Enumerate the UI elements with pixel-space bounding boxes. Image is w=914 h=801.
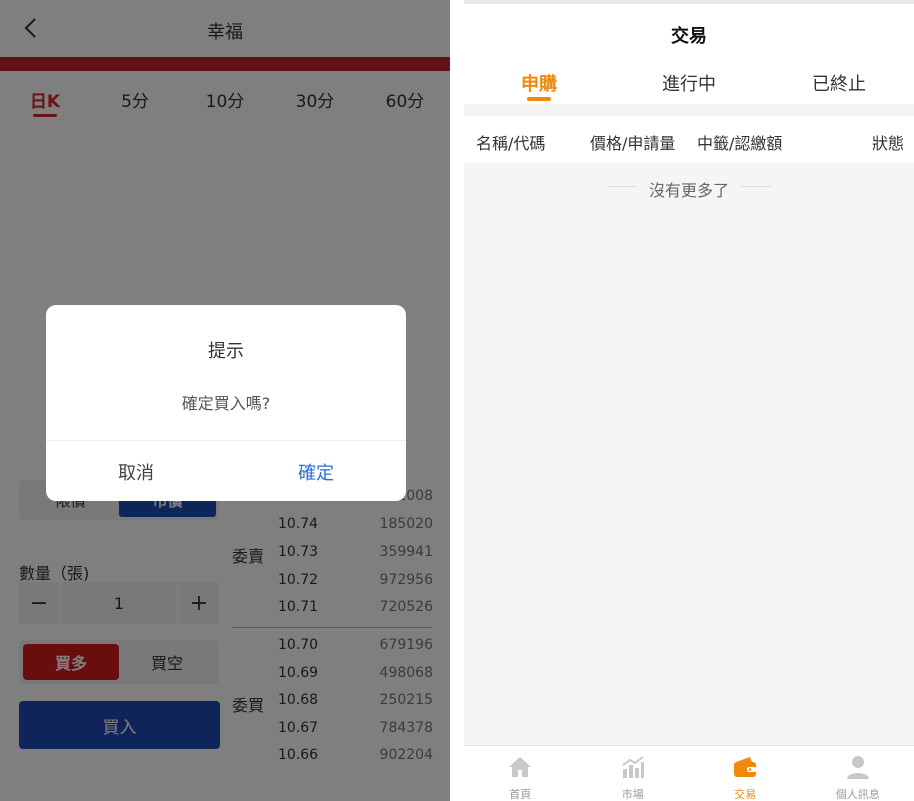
nav-profile[interactable]: 個人訊息 <box>802 746 914 801</box>
dialog-message: 確定買入嗎? <box>181 394 271 413</box>
tab-in-progress[interactable]: 進行中 <box>614 56 764 104</box>
nav-label: 交易 <box>734 788 757 801</box>
nav-label: 首頁 <box>509 788 532 801</box>
page-title: 交易 <box>671 26 707 47</box>
nav-trade[interactable]: 交易 <box>689 746 802 801</box>
dialog-divider <box>46 440 406 441</box>
bottom-nav: 首頁 市場 交易 個人訊息 <box>464 745 914 801</box>
nav-label: 市場 <box>621 788 644 801</box>
tab-subscribe[interactable]: 申購 <box>464 56 614 104</box>
user-icon <box>846 756 869 779</box>
column-status: 狀態 <box>871 134 904 153</box>
trade-list-screen: 交易 申購 進行中 已終止 名稱/代碼 價格/申請量 中籤/認繳額 狀態 沒有更… <box>464 0 914 801</box>
status-tabs: 申購 進行中 已終止 <box>464 56 914 104</box>
column-price-amount: 價格/申請量 <box>590 134 676 153</box>
dialog-title: 提示 <box>208 341 244 362</box>
trade-order-screen: 幸福 日K 5分 10分 30分 60分 限價 市價 數量（張) − 1 + 買… <box>0 0 450 801</box>
table-header: 名稱/代碼 價格/申請量 中籤/認繳額 狀態 <box>464 116 914 162</box>
market-chart-icon <box>622 756 644 778</box>
empty-state-text: 沒有更多了 <box>648 181 729 200</box>
page-header: 交易 <box>464 4 914 56</box>
wallet-icon <box>734 757 757 777</box>
column-allotment: 中籤/認繳額 <box>697 134 783 153</box>
confirm-dialog: 提示 確定買入嗎? 取消 確定 <box>46 305 406 501</box>
cancel-button[interactable]: 取消 <box>46 459 226 485</box>
nav-label: 個人訊息 <box>835 788 880 801</box>
confirm-button[interactable]: 確定 <box>226 459 406 485</box>
nav-market[interactable]: 市場 <box>577 746 690 801</box>
tab-terminated[interactable]: 已終止 <box>764 56 914 104</box>
column-name-code: 名稱/代碼 <box>476 134 546 153</box>
home-icon <box>509 757 532 777</box>
nav-home[interactable]: 首頁 <box>464 746 577 801</box>
empty-divider-right <box>741 186 771 187</box>
